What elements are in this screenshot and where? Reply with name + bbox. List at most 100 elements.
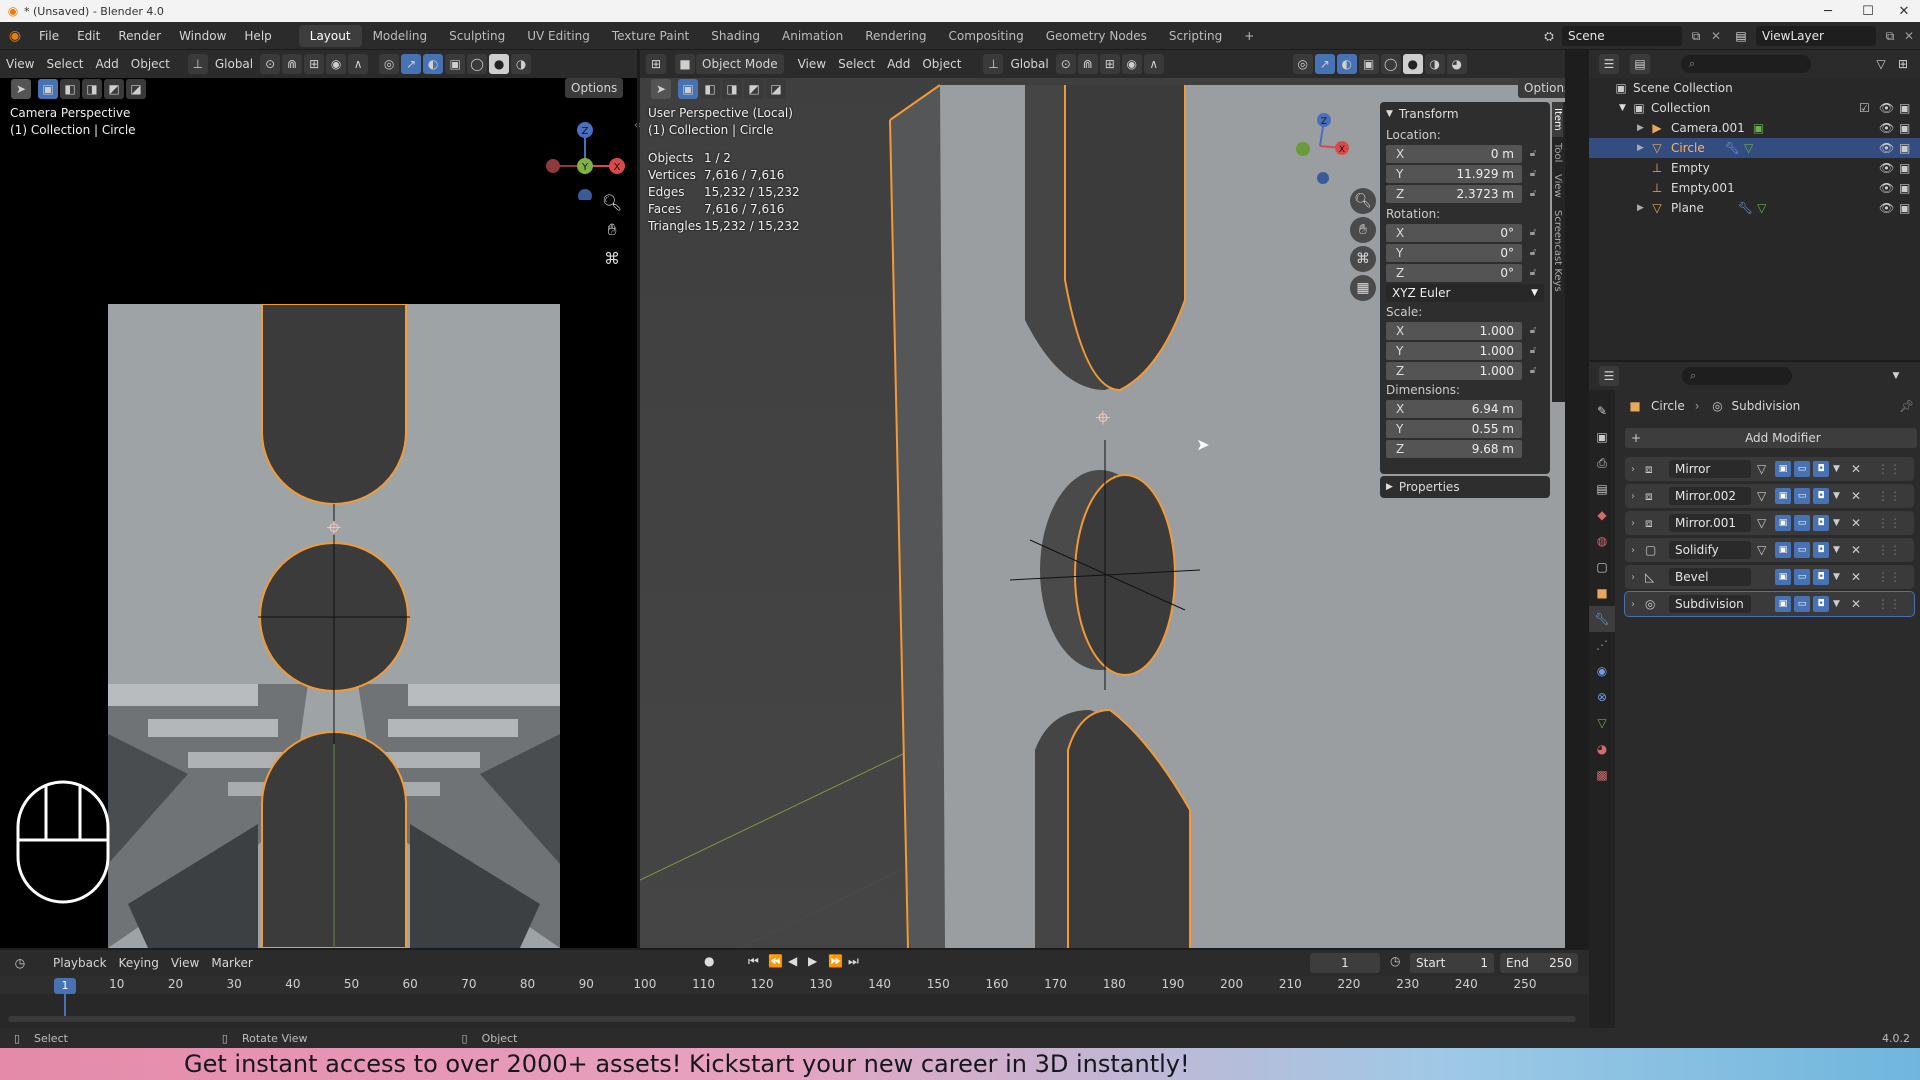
lock-icon[interactable]: 🔓︎ bbox=[1522, 365, 1544, 376]
main-gizmo-icon[interactable]: ↗ bbox=[1314, 54, 1335, 74]
eye-icon[interactable]: 👁︎ bbox=[1879, 121, 1894, 135]
lock-icon[interactable]: 🔓︎ bbox=[1522, 148, 1544, 159]
3d-cursor-icon[interactable]: ⌖ bbox=[318, 512, 350, 544]
main-3d-cursor-icon[interactable]: ⌖ bbox=[1087, 402, 1119, 434]
main-solid-icon[interactable]: ● bbox=[1402, 54, 1423, 74]
main-falloff-icon[interactable]: ∧ bbox=[1143, 54, 1164, 74]
camera-viewport[interactable]: View Select Add Object ⊥ Global ⊙ ⋒ ⊞ ◉ … bbox=[0, 50, 642, 948]
editmode-icon[interactable]: ▣ bbox=[1775, 515, 1791, 531]
tab-animation[interactable]: Animation bbox=[771, 25, 854, 47]
render-camera-icon[interactable]: ◘ bbox=[1813, 488, 1829, 504]
main-ortho-grid-icon[interactable]: ▦ bbox=[1350, 275, 1376, 301]
main-select-new-icon[interactable]: ▣ bbox=[678, 79, 698, 99]
left-options-dropdown[interactable]: Options bbox=[565, 78, 624, 98]
left-menu-add[interactable]: Add bbox=[90, 54, 125, 74]
main-menu-object[interactable]: Object bbox=[916, 54, 967, 74]
drag-handle-icon[interactable]: ⋮⋮ bbox=[1877, 597, 1901, 611]
lock-icon[interactable]: 🔓︎ bbox=[1522, 325, 1544, 336]
sidebar-tab-screencast-keys[interactable]: Screencast Keys bbox=[1552, 204, 1563, 298]
expand-icon[interactable]: ▶ bbox=[1637, 143, 1649, 153]
modifier-panel[interactable]: › ⧈ Mirror.001 ▽ ▣ ▭ ◘ ▼ ✕ ⋮⋮ bbox=[1625, 511, 1914, 535]
material-tab-icon[interactable]: ◕ bbox=[1589, 736, 1615, 762]
lock-icon[interactable]: 🔓︎ bbox=[1522, 188, 1544, 199]
delete-modifier-icon[interactable]: ✕ bbox=[1851, 543, 1861, 557]
zoom-icon[interactable]: 🔍︎ bbox=[600, 190, 624, 214]
lock-icon[interactable]: 🔓︎ bbox=[1522, 267, 1544, 278]
remove-view-layer-icon[interactable]: ✕ bbox=[1900, 26, 1918, 46]
pan-hand-icon[interactable]: ✋︎ bbox=[600, 218, 624, 242]
rotation-y-field[interactable]: Y 0° bbox=[1386, 243, 1522, 262]
viewport-display-icon[interactable]: ▭ bbox=[1794, 515, 1810, 531]
close-icon[interactable]: ✕ bbox=[1888, 0, 1920, 22]
viewport-display-icon[interactable]: ▭ bbox=[1794, 488, 1810, 504]
editmode-icon[interactable]: ▣ bbox=[1775, 542, 1791, 558]
main-snap-icon[interactable]: ⋒ bbox=[1077, 54, 1098, 74]
menu-keying[interactable]: Keying bbox=[113, 953, 165, 973]
modifier-name-field[interactable]: Bevel bbox=[1669, 568, 1751, 586]
object-tab-icon[interactable]: ■ bbox=[1589, 580, 1615, 606]
edit-cage-icon[interactable]: ▽ bbox=[1757, 489, 1766, 503]
menu-file[interactable]: File bbox=[30, 25, 68, 47]
edit-cage-icon[interactable]: ▽ bbox=[1757, 462, 1766, 476]
current-frame-field[interactable]: 1 bbox=[1310, 953, 1380, 973]
dropdown-icon[interactable]: ▼ bbox=[1833, 518, 1840, 528]
new-collection-icon[interactable]: ⊞ bbox=[1893, 54, 1913, 74]
delete-modifier-icon[interactable]: ✕ bbox=[1851, 489, 1861, 503]
delete-modifier-icon[interactable]: ✕ bbox=[1851, 462, 1861, 476]
main-zoom-icon[interactable]: 🔍︎ bbox=[1350, 188, 1376, 214]
main-menu-add[interactable]: Add bbox=[881, 54, 916, 74]
dropdown-icon[interactable]: ▼ bbox=[1833, 599, 1840, 609]
stopwatch-icon[interactable]: ◷ bbox=[1390, 954, 1400, 968]
xray-icon[interactable]: ▣ bbox=[445, 54, 466, 74]
material-shading-icon[interactable]: ◑ bbox=[511, 54, 532, 74]
expand-icon[interactable]: › bbox=[1631, 572, 1635, 583]
tab-uv-editing[interactable]: UV Editing bbox=[516, 25, 601, 47]
panel-expand-icon[interactable]: ▼ bbox=[1386, 102, 1393, 126]
sidebar-tab-tool[interactable]: Tool bbox=[1552, 137, 1563, 168]
navigation-gizmo[interactable]: Z X Y bbox=[545, 110, 625, 200]
modifier-panel[interactable]: › ⧈ Mirror ▽ ▣ ▭ ◘ ▼ ✕ ⋮⋮ bbox=[1625, 457, 1914, 481]
main-select-invert-icon[interactable]: ◩ bbox=[744, 79, 764, 99]
editmode-icon[interactable]: ▣ bbox=[1775, 488, 1791, 504]
filter-icon[interactable]: ▽ bbox=[1871, 54, 1891, 74]
transform-orientation-icon[interactable]: ⊥ bbox=[187, 54, 208, 74]
properties-options-icon[interactable]: ▼ bbox=[1886, 366, 1906, 386]
expand-icon[interactable]: ▶ bbox=[1637, 203, 1649, 213]
pin-icon[interactable]: 📌︎ bbox=[1899, 399, 1914, 413]
drag-handle-icon[interactable]: ⋮⋮ bbox=[1877, 543, 1901, 557]
end-frame-field[interactable]: End 250 bbox=[1500, 953, 1578, 973]
timeline-editor-icon[interactable]: ◷ bbox=[10, 953, 30, 973]
timeline-scrollbar[interactable] bbox=[8, 1016, 1576, 1022]
prev-keyframe-icon[interactable]: ⏪ bbox=[768, 954, 783, 968]
blender-menu-icon[interactable]: ◉ bbox=[0, 28, 30, 44]
dropdown-icon[interactable]: ▼ bbox=[1833, 572, 1840, 582]
select-extend-icon[interactable]: ◧ bbox=[60, 79, 80, 99]
main-pivot-icon[interactable]: ⊙ bbox=[1055, 54, 1076, 74]
tab-texture-paint[interactable]: Texture Paint bbox=[601, 25, 700, 47]
main-menu-view[interactable]: View bbox=[792, 54, 832, 74]
modifier-tab-icon[interactable]: 🔧︎ bbox=[1589, 606, 1615, 632]
tab-layout[interactable]: Layout bbox=[298, 24, 362, 47]
add-modifier-button[interactable]: + Add Modifier bbox=[1625, 428, 1917, 448]
main-snap-target-icon[interactable]: ⊞ bbox=[1099, 54, 1120, 74]
main-navigation-gizmo[interactable]: Z X bbox=[1290, 108, 1350, 188]
menu-timeline-view[interactable]: View bbox=[165, 953, 205, 973]
render-camera-icon[interactable]: ◘ bbox=[1813, 569, 1829, 585]
select-intersect-icon[interactable]: ◪ bbox=[126, 79, 146, 99]
snap-target-icon[interactable]: ⊞ bbox=[304, 54, 325, 74]
menu-edit[interactable]: Edit bbox=[68, 25, 109, 47]
collection-tab-icon[interactable]: ▢ bbox=[1589, 554, 1615, 580]
tab-scripting[interactable]: Scripting bbox=[1158, 25, 1233, 47]
lock-icon[interactable]: 🔓︎ bbox=[1522, 168, 1544, 179]
eye-icon[interactable]: 👁︎ bbox=[1879, 181, 1894, 195]
main-select-tool-icon[interactable]: ➤ bbox=[651, 79, 671, 99]
dimensions-z-field[interactable]: Z 9.68 m bbox=[1386, 439, 1522, 458]
viewport-display-icon[interactable]: ▭ bbox=[1794, 542, 1810, 558]
main-options-dropdown[interactable]: Options bbox=[1518, 78, 1565, 98]
next-keyframe-icon[interactable]: ⏩ bbox=[828, 954, 843, 968]
expand-icon[interactable]: › bbox=[1631, 545, 1635, 556]
display-mode-icon[interactable]: ▤ bbox=[1630, 54, 1650, 74]
viewport-display-icon[interactable]: ▭ bbox=[1794, 569, 1810, 585]
expand-icon[interactable]: ▶ bbox=[1637, 123, 1649, 133]
select-subtract-icon[interactable]: ◨ bbox=[82, 79, 102, 99]
